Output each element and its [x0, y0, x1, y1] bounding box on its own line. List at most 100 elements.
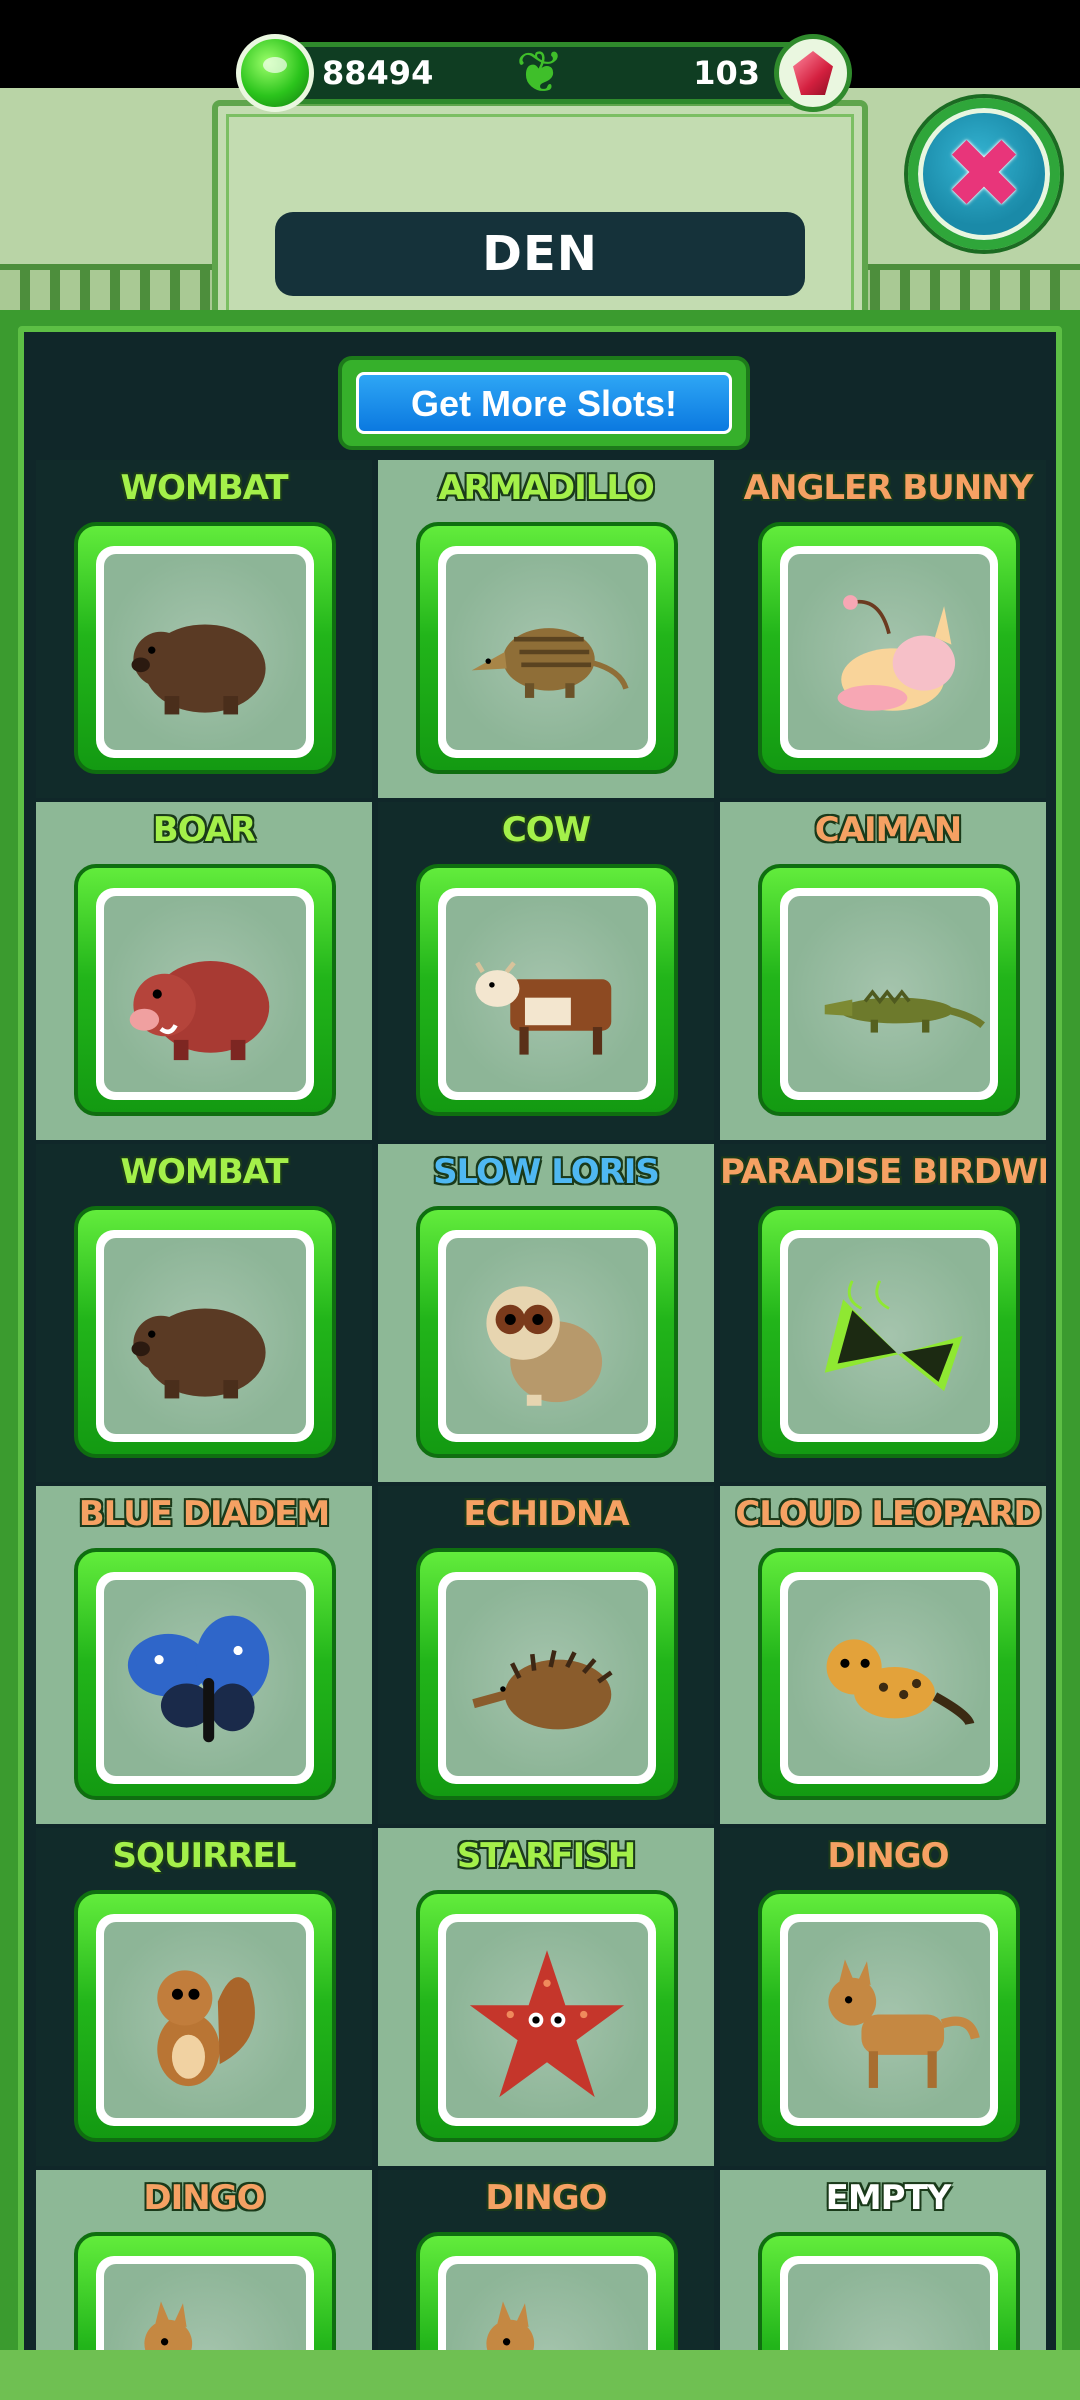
animal-slot[interactable]: SQUIRREL [36, 1828, 372, 2166]
animal-card[interactable] [74, 864, 336, 1116]
wombat-icon [131, 624, 266, 715]
animal-name-label: SQUIRREL [112, 1836, 297, 1876]
animal-name-label: ANGLER BUNNY [743, 468, 1034, 508]
animal-card-face [788, 554, 990, 750]
animal-name-label: DINGO [827, 1836, 949, 1876]
close-button[interactable]: ✖ [908, 98, 1060, 250]
animal-name-label: ECHIDNA [463, 1494, 629, 1534]
echidna-icon [472, 1649, 613, 1730]
animal-card[interactable] [416, 1890, 678, 2142]
red-crystal-icon [774, 34, 852, 112]
animal-card[interactable] [758, 1206, 1020, 1458]
animal-slot[interactable]: EMPTY [720, 2170, 1046, 2350]
animal-card-face [104, 554, 306, 750]
animal-card-face [104, 1580, 306, 1776]
animal-card[interactable] [416, 2232, 678, 2350]
animal-card-face [104, 2264, 306, 2350]
dingo-icon [144, 2301, 193, 2350]
animal-card-frame [438, 546, 656, 758]
animal-card[interactable] [758, 1548, 1020, 1800]
animal-slot[interactable]: BOAR [36, 802, 372, 1140]
wombat-icon [131, 1308, 266, 1399]
animal-name-label: CLOUD LEOPARD [735, 1494, 1041, 1534]
animal-card[interactable] [758, 864, 1020, 1116]
animal-card-face [446, 1580, 648, 1776]
animal-card-frame [96, 546, 314, 758]
animal-slot[interactable]: WOMBAT [36, 1144, 372, 1482]
animal-card-face [104, 1238, 306, 1434]
animal-slot[interactable]: COW [378, 802, 714, 1140]
animal-card-frame [438, 1914, 656, 2126]
animal-card[interactable] [416, 522, 678, 774]
animal-card[interactable] [74, 1548, 336, 1800]
get-more-slots-label: Get More Slots! [356, 372, 732, 434]
caiman-icon [824, 989, 986, 1033]
animal-slot[interactable]: ARMADILLO [378, 460, 714, 798]
animal-name-label: EMPTY [825, 2178, 952, 2218]
animal-card-face [788, 1580, 990, 1776]
animal-slot[interactable]: STARFISH [378, 1828, 714, 2166]
animal-name-label: SLOW LORIS [433, 1152, 660, 1192]
animal-name-label: BOAR [152, 810, 256, 850]
animal-name-label: CAIMAN [814, 810, 963, 850]
animal-card-face [788, 1238, 990, 1434]
animal-slot[interactable]: CAIMAN [720, 802, 1046, 1140]
animal-card-face [788, 1922, 990, 2118]
animal-card-face [446, 1238, 648, 1434]
fence-left [0, 264, 230, 310]
animal-card-frame [96, 888, 314, 1100]
animal-card[interactable] [74, 1206, 336, 1458]
animal-slot[interactable]: DINGO [378, 2170, 714, 2350]
animal-card[interactable] [74, 1890, 336, 2142]
animal-slot[interactable]: ECHIDNA [378, 1486, 714, 1824]
get-more-slots-button[interactable]: Get More Slots! [338, 356, 750, 450]
animal-card-frame [780, 1572, 998, 1784]
animal-slot[interactable]: PARADISE BIRDWING [720, 1144, 1046, 1482]
animal-name-label: BLUE DIADEM [78, 1494, 331, 1534]
animal-card-face [446, 1922, 648, 2118]
animal-slot[interactable]: DINGO [720, 1828, 1046, 2166]
animal-card[interactable] [74, 522, 336, 774]
animal-card-face [104, 896, 306, 1092]
red-currency-value: 103 [693, 54, 760, 92]
animal-slot[interactable]: ANGLER BUNNY [720, 460, 1046, 798]
squirrel-icon [157, 1970, 255, 2087]
animal-card-face [104, 1922, 306, 2118]
animal-card-face [788, 896, 990, 1092]
animal-card[interactable] [416, 1548, 678, 1800]
animal-card[interactable] [74, 2232, 336, 2350]
animal-card-frame [96, 1230, 314, 1442]
page-title: DEN [482, 226, 598, 282]
animal-slot[interactable]: CLOUD LEOPARD [720, 1486, 1046, 1824]
animal-name-label: DINGO [485, 2178, 607, 2218]
panel-bottom-border [0, 2350, 1080, 2400]
animal-card-frame [438, 1572, 656, 1784]
animal-card-frame [780, 1230, 998, 1442]
birdwing-icon [824, 1280, 963, 1392]
armadillo-icon [471, 628, 629, 698]
slow-loris-icon [486, 1286, 603, 1406]
animal-card-frame [780, 1914, 998, 2126]
animal-grid[interactable]: WOMBAT ARMADILLO ANGLER BUNNY BOAR COW CAIMAN… [36, 460, 1046, 2350]
animal-card[interactable] [758, 522, 1020, 774]
animal-slot[interactable]: SLOW LORIS [378, 1144, 714, 1482]
fence-right [850, 264, 1080, 310]
angler-bunny-icon [837, 595, 956, 711]
animal-name-label: ARMADILLO [438, 468, 655, 508]
animal-card-face [446, 554, 648, 750]
animal-card[interactable] [758, 1890, 1020, 2142]
animal-card[interactable] [416, 1206, 678, 1458]
close-icon: ✖ [943, 118, 1025, 230]
animal-slot[interactable]: WOMBAT [36, 460, 372, 798]
animal-card-frame [96, 2256, 314, 2350]
cloud-leopard-icon [826, 1639, 975, 1726]
animal-card-frame [780, 2256, 998, 2350]
animal-slot[interactable]: DINGO [36, 2170, 372, 2350]
animal-slot[interactable]: BLUE DIADEM [36, 1486, 372, 1824]
animal-card[interactable] [416, 864, 678, 1116]
animal-card-frame [438, 2256, 656, 2350]
animal-card-frame [780, 546, 998, 758]
blue-diadem-icon [127, 1615, 270, 1743]
animal-card[interactable] [758, 2232, 1020, 2350]
dingo-icon [828, 1959, 980, 2088]
